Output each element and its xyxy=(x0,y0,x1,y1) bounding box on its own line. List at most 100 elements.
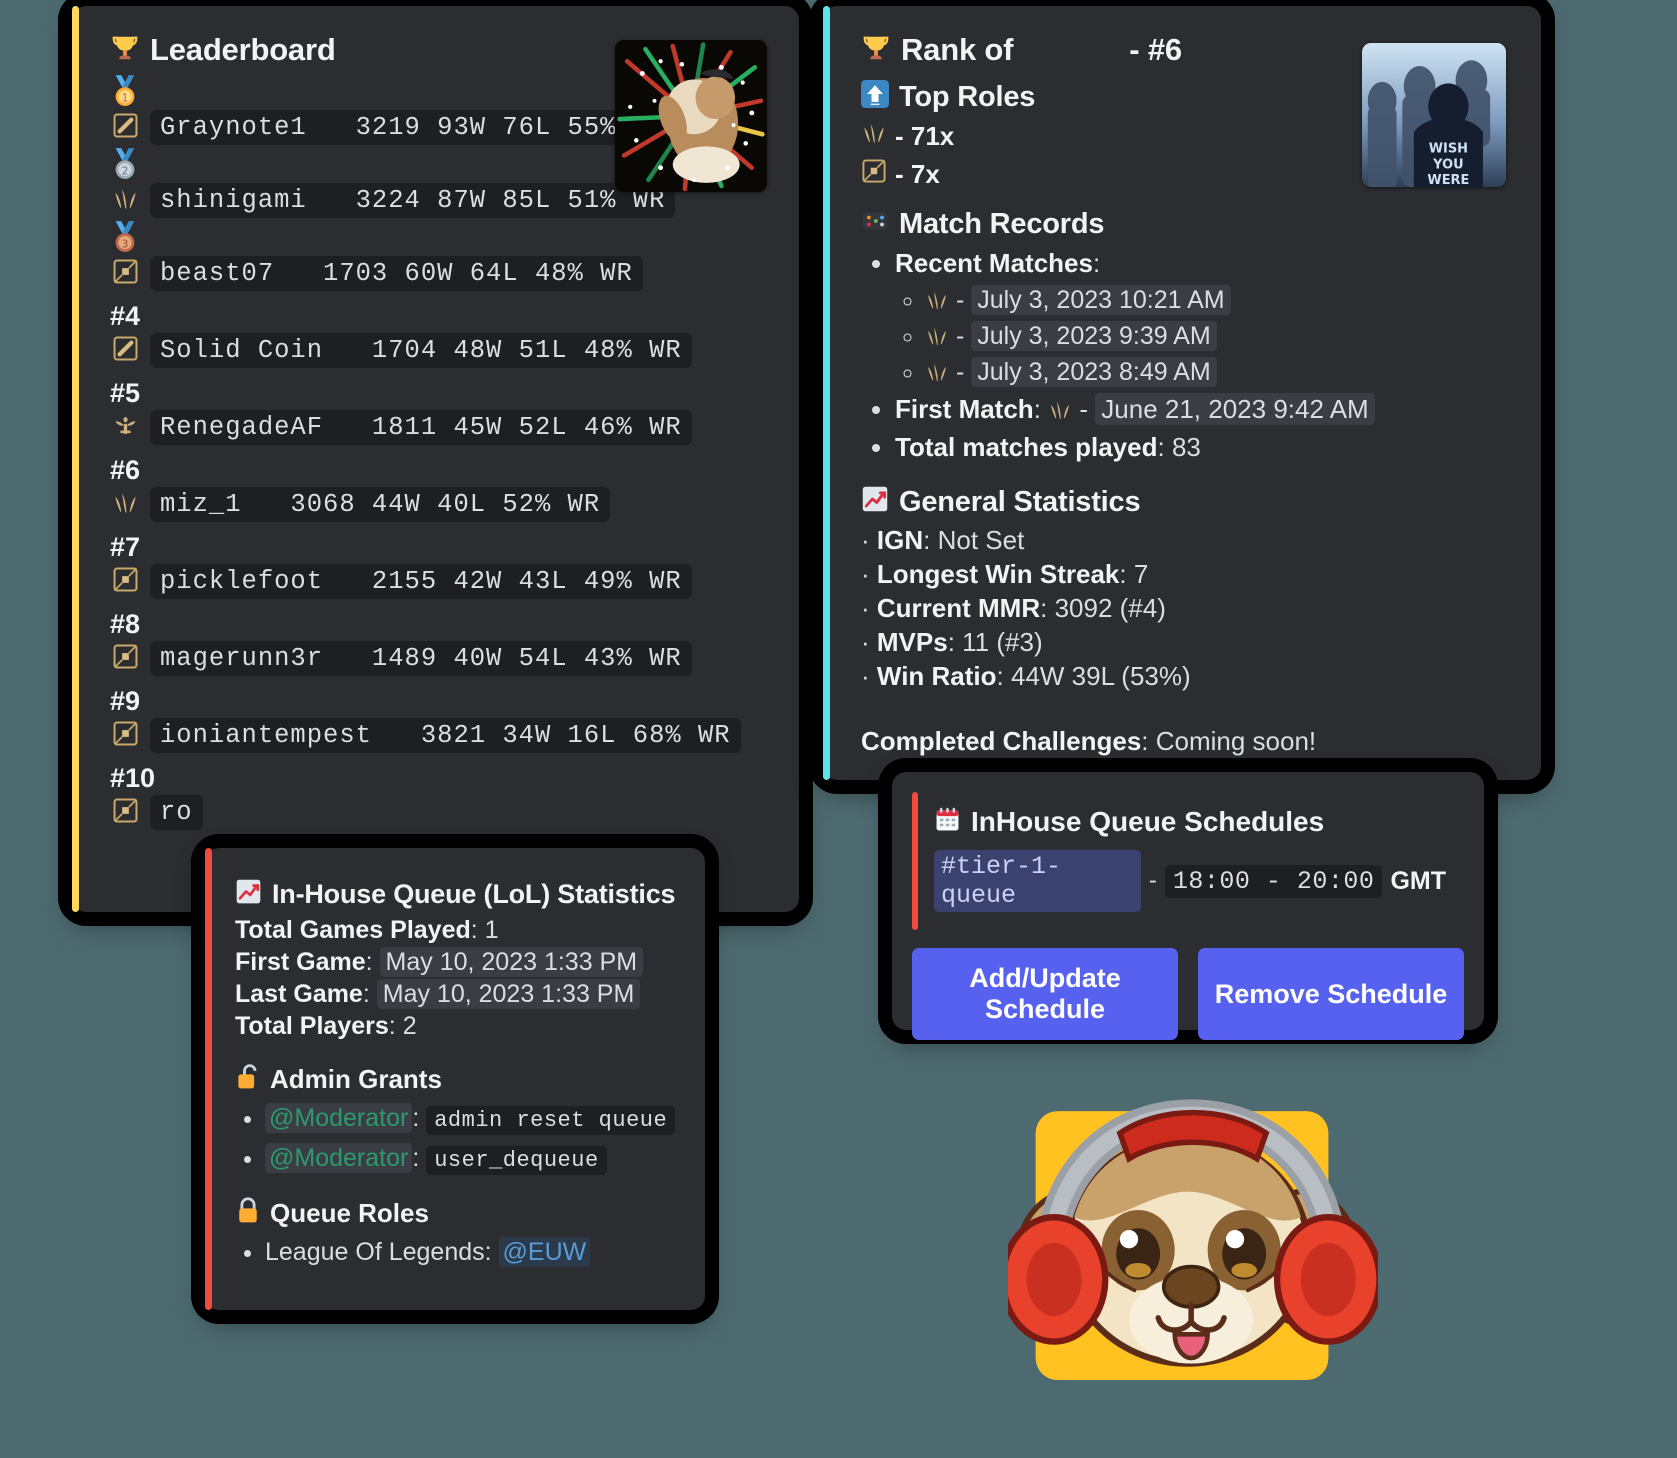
table-row: ro xyxy=(110,795,769,830)
role-mention[interactable]: @EUW xyxy=(498,1237,591,1267)
rank-label: #9 xyxy=(110,685,141,716)
schedules-body: InHouse Queue Schedules #tier-1-queue - … xyxy=(892,772,1484,1058)
stat-label: Total Games Played xyxy=(235,916,471,944)
first-match-item: First Match: - June 21, 2023 9:42 AM xyxy=(895,393,1511,425)
stat-label: IGN xyxy=(876,525,924,555)
leaderboard-entry: Solid Coin 1704 48W 51L 48% WR xyxy=(150,333,692,368)
role-mention[interactable]: @Moderator xyxy=(265,1143,413,1173)
bottom-lane-icon xyxy=(110,643,140,675)
role-mention[interactable]: @Moderator xyxy=(265,1103,413,1133)
svg-text:YOU: YOU xyxy=(1432,157,1463,172)
completed-challenges-row: Completed Challenges: Coming soon! xyxy=(861,726,1317,756)
leaderboard-rank-6: #6 miz_1 3068 44W 40L 52% WR xyxy=(110,455,769,522)
stat-label: MVPs xyxy=(876,627,948,657)
first-match-label: First Match xyxy=(895,394,1034,424)
leaderboard-entry: beast07 1703 60W 64L 48% WR xyxy=(150,256,643,291)
bottom-lane-icon xyxy=(861,158,887,191)
completed-challenges-label: Completed Challenges xyxy=(861,726,1142,756)
leaderboard-rank-3: 3 beast07 1703 60W 64L 48% WR xyxy=(110,220,769,291)
stat-label: Longest Win Streak xyxy=(876,559,1120,589)
rank-embed: Rank of - #6 Top Roles - 71x - 7x Match … xyxy=(823,6,1541,780)
list-item: @Moderator: user_dequeue xyxy=(265,1143,679,1175)
bottom-lane-icon xyxy=(110,720,140,752)
rank-thumbnail[interactable]: WISH YOU WERE xyxy=(1362,43,1506,187)
jungle-icon xyxy=(925,322,949,350)
trophy-icon xyxy=(861,33,891,68)
separator: - xyxy=(955,322,965,350)
schedules-title-row: InHouse Queue Schedules xyxy=(934,806,1446,838)
stat-label: Current MMR xyxy=(876,593,1041,623)
leaderboard-embed: Leaderboard 1 Graynote1 3219 93W 76L 55%… xyxy=(72,6,799,912)
add-update-schedule-button[interactable]: Add/Update Schedule xyxy=(912,948,1178,1040)
stat-label: Win Ratio xyxy=(876,661,997,691)
leaderboard-rank-10: #10 ro xyxy=(110,763,769,830)
rank-label: #4 xyxy=(110,300,141,331)
svg-text:2: 2 xyxy=(122,165,129,177)
schedules-title: InHouse Queue Schedules xyxy=(971,806,1325,837)
stat-row-streak: · Longest Win Streak: 7 xyxy=(861,559,1149,589)
table-row: magerunn3r 1489 40W 54L 43% WR xyxy=(110,641,769,676)
first-match-timestamp: June 21, 2023 9:42 AM xyxy=(1095,393,1375,425)
queue-stat-first-game: First Game: May 10, 2023 1:33 PM xyxy=(235,947,679,977)
recent-matches-item: Recent Matches: - July 3, 2023 10:21 AM … xyxy=(895,248,1511,387)
leaderboard-rank-9: #9 ioniantempest 3821 34W 16L 68% WR xyxy=(110,686,769,753)
table-row: ioniantempest 3821 34W 16L 68% WR xyxy=(110,718,769,753)
queue-statistics-title-row: In-House Queue (LoL) Statistics xyxy=(235,878,679,910)
stat-value: May 10, 2023 1:33 PM xyxy=(376,979,641,1009)
top-lane-icon xyxy=(110,335,140,367)
queue-stat-last-game: Last Game: May 10, 2023 1:33 PM xyxy=(235,979,679,1009)
match-timestamp: July 3, 2023 9:39 AM xyxy=(971,321,1217,351)
dog-with-headphones-logo xyxy=(999,1060,1383,1380)
channel-mention[interactable]: #tier-1-queue xyxy=(934,850,1141,912)
leaderboard-rank-7: #7 picklefoot 2155 42W 43L 49% WR xyxy=(110,532,769,599)
svg-text:WERE: WERE xyxy=(1427,173,1469,187)
admin-grants-list: @Moderator: admin reset queue @Moderator… xyxy=(235,1103,679,1175)
jungle-icon xyxy=(925,358,949,386)
separator: - xyxy=(1079,394,1089,424)
stat-value: 1 xyxy=(484,916,499,944)
command-code: admin reset queue xyxy=(426,1106,676,1135)
queue-statistics-embed: In-House Queue (LoL) Statistics Total Ga… xyxy=(205,848,705,1310)
schedule-timezone: GMT xyxy=(1390,866,1446,895)
chart-increasing-icon xyxy=(235,878,262,910)
match-records-heading-row: Match Records xyxy=(861,207,1511,241)
bronze-medal-icon: 3 xyxy=(110,220,769,256)
separator: - xyxy=(955,286,965,314)
stat-value: 44W 39L (53%) xyxy=(1010,661,1191,691)
queue-stat-total-games: Total Games Played: 1 xyxy=(235,916,499,944)
svg-text:3: 3 xyxy=(122,238,129,250)
recent-matches-label: Recent Matches xyxy=(895,248,1093,278)
total-matches-item: Total matches played: 83 xyxy=(895,432,1511,463)
remove-schedule-button[interactable]: Remove Schedule xyxy=(1198,948,1464,1040)
top-lane-icon xyxy=(110,112,140,144)
screenshot-root: Leaderboard 1 Graynote1 3219 93W 76L 55%… xyxy=(0,0,1677,1458)
top-role-count: - 7x xyxy=(895,159,940,189)
leaderboard-rank-4: #4 Solid Coin 1704 48W 51L 48% WR xyxy=(110,301,769,368)
schedules-accent-bar xyxy=(912,792,918,930)
chart-increasing-icon xyxy=(861,485,889,519)
table-row: picklefoot 2155 42W 43L 49% WR xyxy=(110,564,769,599)
rank-label: #5 xyxy=(110,377,141,408)
schedules-container: InHouse Queue Schedules #tier-1-queue - … xyxy=(892,772,1484,1040)
stat-row-mvps: · MVPs: 11 (#3) xyxy=(861,627,1043,657)
stat-value: May 10, 2023 1:33 PM xyxy=(379,947,644,977)
general-statistics-heading-row: General Statistics xyxy=(861,485,1511,519)
rank-label: #7 xyxy=(110,531,141,562)
match-records-heading: Match Records xyxy=(899,207,1105,240)
rank-title-position: - #6 xyxy=(1129,32,1182,67)
admin-grants-heading-row: Admin Grants xyxy=(235,1063,679,1095)
list-item: - July 3, 2023 10:21 AM xyxy=(925,285,1511,315)
top-role-count: - 71x xyxy=(895,121,955,151)
leaderboard-entry: shinigami 3224 87W 85L 51% WR xyxy=(150,183,676,218)
jungle-icon xyxy=(925,286,949,314)
leaderboard-thumbnail[interactable] xyxy=(615,40,767,192)
queue-roles-heading-row: Queue Roles xyxy=(235,1197,679,1229)
queue-statistics-body: In-House Queue (LoL) Statistics Total Ga… xyxy=(205,848,705,1302)
svg-text:WISH: WISH xyxy=(1429,141,1468,156)
jungle-icon xyxy=(110,489,140,521)
leaderboard-title: Leaderboard xyxy=(150,32,336,67)
stat-label: First Game xyxy=(235,948,366,976)
leaderboard-entry: ioniantempest 3821 34W 16L 68% WR xyxy=(150,718,741,753)
jungle-icon xyxy=(110,185,140,217)
admin-grants-heading: Admin Grants xyxy=(270,1063,442,1094)
